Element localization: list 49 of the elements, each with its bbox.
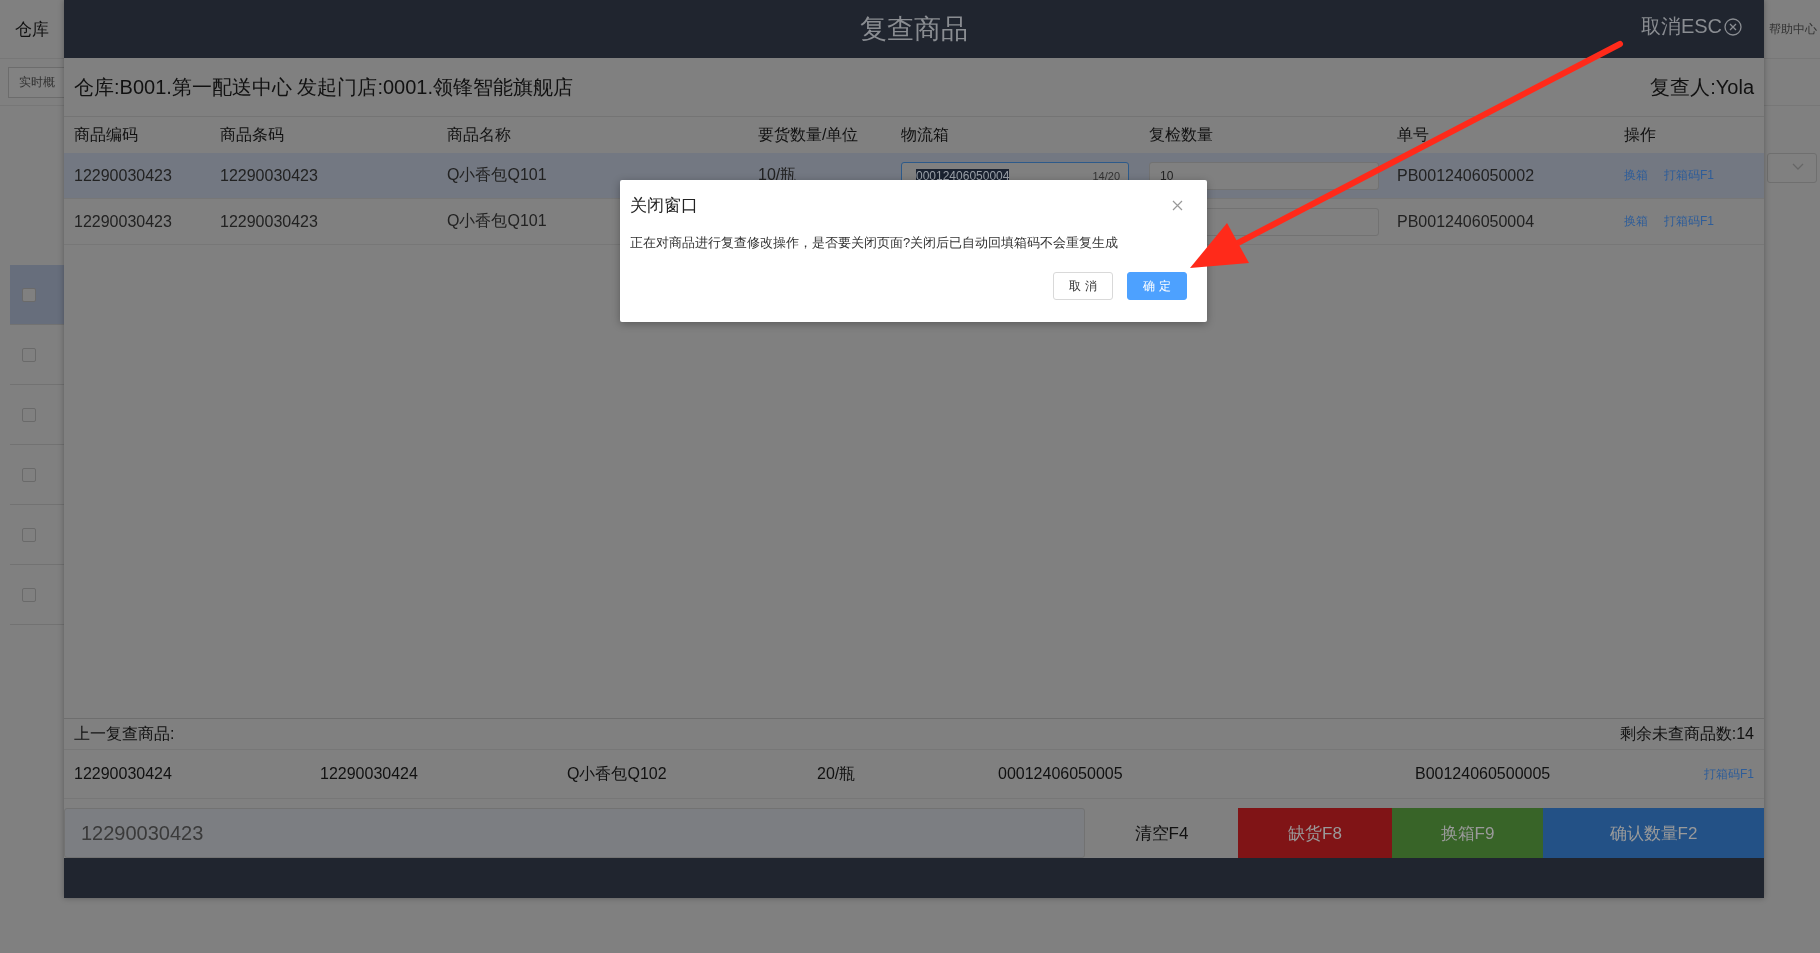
column-header: 单号 xyxy=(1397,124,1430,145)
table-cell-text: 20/瓶 xyxy=(817,763,857,784)
column-header: 商品名称 xyxy=(447,124,512,145)
column-header: 操作 xyxy=(1624,124,1657,145)
table-row[interactable] xyxy=(10,265,64,325)
table-cell-text: 12290030424 xyxy=(320,765,419,783)
chevron-down-icon xyxy=(1792,163,1804,171)
action-button[interactable]: 缺货F8 xyxy=(1238,808,1392,858)
column-header: 复检数量 xyxy=(1149,124,1214,145)
action-button[interactable]: 换箱F9 xyxy=(1392,808,1543,858)
table-cell-text: 12290030423 xyxy=(220,212,319,231)
close-icon xyxy=(1724,17,1742,36)
modal-title: 复查商品 xyxy=(860,13,968,46)
dialog-message: 正在对商品进行复查修改操作，是否要关闭页面?关闭后已自动回填箱码不会重复生成 xyxy=(630,234,1120,252)
table-cell-text: PB0012406050004 xyxy=(1397,212,1536,231)
print-link[interactable]: 打箱码F1 xyxy=(1704,765,1754,783)
table-cell-text: PB0012406050002 xyxy=(1397,166,1536,185)
tab[interactable]: 实时概 xyxy=(8,66,66,98)
table-cell-text: 12290030423 xyxy=(220,166,319,185)
close-button[interactable] xyxy=(1172,199,1183,211)
checkbox[interactable] xyxy=(22,287,36,302)
close-icon xyxy=(1172,199,1183,211)
select-field[interactable] xyxy=(1767,153,1817,183)
section-label: 上一复查商品: xyxy=(74,723,175,744)
column-header: 要货数量/单位 xyxy=(758,124,860,145)
table-cell-text: 12290030423 xyxy=(74,212,173,231)
page-title: 仓库 xyxy=(15,18,49,41)
table-cell-text: 12290030424 xyxy=(74,765,173,783)
column-header: 商品编码 xyxy=(74,124,139,145)
warehouse-info: 仓库:B001.第一配送中心 发起门店:0001.领锋智能旗舰店 xyxy=(74,74,573,100)
help-link[interactable]: 帮助中心 xyxy=(1769,20,1817,38)
scan-input-field[interactable]: 12290030423 xyxy=(64,808,1085,858)
table-cell-text: Q小香包Q101 xyxy=(447,211,548,231)
reviewer-label: 复查人:Yola xyxy=(1650,74,1754,100)
remaining-count: 剩余未查商品数:14 xyxy=(1619,723,1754,744)
table-cell-text: B00124060500005 xyxy=(1415,765,1552,783)
table-cell-text: Q小香包Q102 xyxy=(567,763,668,784)
confirm-button[interactable]: 确 定 xyxy=(1127,272,1187,300)
character-counter: 14/20 xyxy=(1092,169,1120,182)
action-button[interactable]: 确认数量F2 xyxy=(1543,808,1764,858)
action-link[interactable]: 打箱码F1 xyxy=(1664,213,1714,230)
table-cell-text: 12290030423 xyxy=(74,166,173,185)
column-header: 物流箱 xyxy=(901,124,950,145)
action-link[interactable]: 换箱 xyxy=(1624,213,1648,230)
table-cell-text: 00012406050005 xyxy=(998,765,1124,783)
column-header: 商品条码 xyxy=(220,124,285,145)
table-cell-text: Q小香包Q101 xyxy=(447,165,548,185)
cancel-button[interactable]: 取消ESC xyxy=(1640,13,1742,40)
cancel-button[interactable]: 取 消 xyxy=(1053,272,1113,300)
